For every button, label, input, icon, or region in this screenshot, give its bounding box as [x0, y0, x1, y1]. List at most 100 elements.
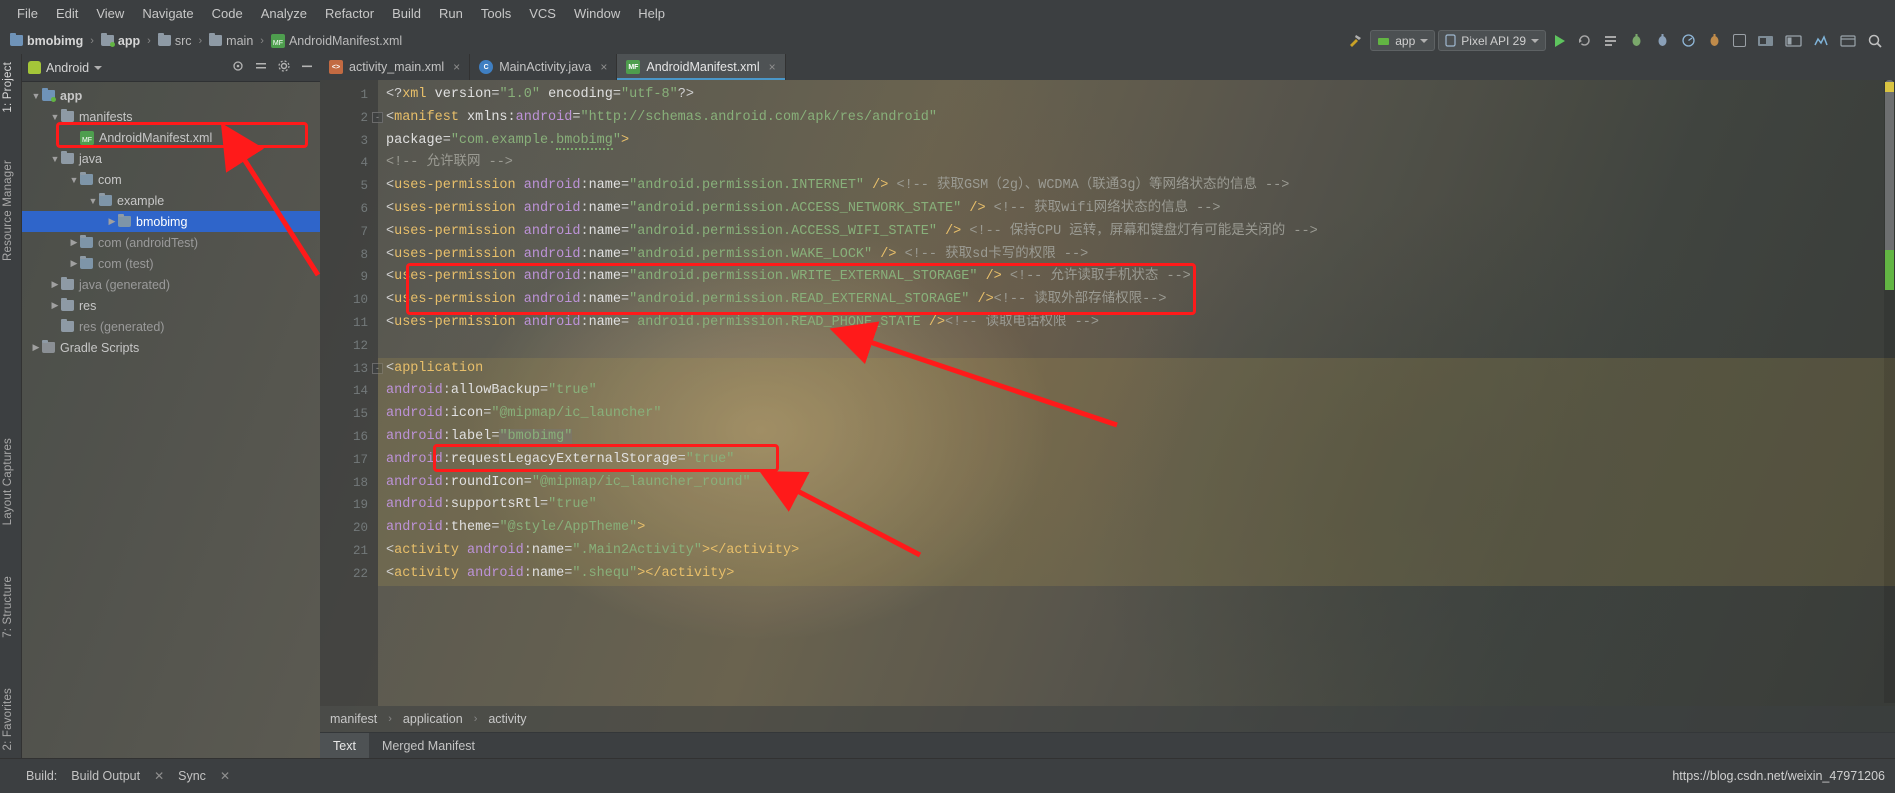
layout-inspector-icon[interactable]: [1703, 30, 1726, 51]
code-line[interactable]: <manifest xmlns:android="http://schemas.…: [378, 107, 1895, 130]
code-line[interactable]: <uses-permission android:name="android.p…: [378, 289, 1895, 312]
chevron-right-icon[interactable]: ▶: [30, 342, 42, 353]
tool-window-resource-manager[interactable]: Resource Manager: [2, 160, 14, 261]
xml-breadcrumb-application[interactable]: application: [403, 712, 463, 726]
avd-manager-icon[interactable]: [1753, 30, 1778, 51]
device-file-explorer-icon[interactable]: [1836, 30, 1860, 51]
module-selector[interactable]: app: [1370, 30, 1436, 51]
profiler-icon[interactable]: [1677, 30, 1700, 51]
code-line[interactable]: android:icon="@mipmap/ic_launcher": [378, 403, 1895, 426]
tree-item-java[interactable]: ▼ java: [22, 148, 320, 169]
attach-debugger-icon[interactable]: [1651, 30, 1674, 51]
close-icon[interactable]: ✕: [220, 769, 230, 783]
menu-item-build[interactable]: Build: [383, 3, 430, 24]
chevron-down-icon[interactable]: ▼: [30, 91, 42, 101]
breadcrumb-item-AndroidManifest-xml[interactable]: MF AndroidManifest.xml: [269, 32, 404, 50]
chevron-down-icon[interactable]: ▼: [49, 154, 61, 164]
code-line[interactable]: android:supportsRtl="true": [378, 494, 1895, 518]
warning-marker[interactable]: [1885, 82, 1894, 92]
tool-window-7-structure[interactable]: 7: Structure: [2, 576, 14, 638]
chevron-right-icon[interactable]: ▶: [106, 216, 118, 227]
menu-item-file[interactable]: File: [8, 3, 47, 24]
code-line[interactable]: android:allowBackup="true": [378, 380, 1895, 404]
menu-item-window[interactable]: Window: [565, 3, 629, 24]
breadcrumb-item-bmobimg[interactable]: bmobimg: [8, 32, 85, 50]
menu-item-navigate[interactable]: Navigate: [133, 3, 202, 24]
chevron-down-icon[interactable]: ▼: [49, 112, 61, 122]
locate-icon[interactable]: [231, 59, 245, 76]
build-output-tab[interactable]: Build Output: [71, 769, 140, 783]
breadcrumb-item-main[interactable]: main: [207, 32, 255, 50]
code-line[interactable]: [378, 335, 1895, 358]
view-tab-merged-manifest[interactable]: Merged Manifest: [369, 733, 488, 758]
menu-item-edit[interactable]: Edit: [47, 3, 87, 24]
build-hammer-icon[interactable]: [1343, 30, 1367, 51]
hide-panel-icon[interactable]: [300, 59, 314, 76]
xml-breadcrumb-activity[interactable]: activity: [488, 712, 526, 726]
code-line[interactable]: <uses-permission android:name= android.p…: [378, 312, 1895, 335]
rerun-icon[interactable]: [1573, 30, 1596, 51]
code-line[interactable]: android:theme="@style/AppTheme">: [378, 517, 1895, 540]
view-tab-text[interactable]: Text: [320, 733, 369, 758]
editor-vertical-scrollbar[interactable]: [1884, 80, 1895, 703]
code-line[interactable]: <uses-permission android:name="android.p…: [378, 175, 1895, 198]
code-line[interactable]: <!-- 允许联网 -->: [378, 152, 1895, 175]
code-line[interactable]: <uses-permission android:name="android.p…: [378, 198, 1895, 221]
tree-item-example[interactable]: ▼ example: [22, 190, 320, 211]
menu-item-vcs[interactable]: VCS: [520, 3, 565, 24]
close-icon[interactable]: ✕: [154, 769, 164, 783]
tool-window-project[interactable]: 1: Project: [2, 62, 14, 113]
code-line[interactable]: <uses-permission android:name="android.p…: [378, 221, 1895, 244]
code-line[interactable]: <activity android:name=".shequ"></activi…: [378, 562, 1895, 586]
code-line[interactable]: android:requestLegacyExternalStorage="tr…: [378, 448, 1895, 472]
tree-item-manifests[interactable]: ▼ manifests: [22, 106, 320, 127]
profile-or-debug-apk-icon[interactable]: [1809, 30, 1833, 51]
chevron-right-icon[interactable]: ▶: [68, 237, 80, 248]
collapse-all-icon[interactable]: [254, 59, 268, 76]
tree-item-com-androidtest-[interactable]: ▶ com (androidTest): [22, 232, 320, 253]
close-icon[interactable]: ×: [600, 60, 607, 74]
breadcrumb-item-src[interactable]: src: [156, 32, 194, 50]
menu-item-code[interactable]: Code: [203, 3, 252, 24]
chevron-down-icon[interactable]: ▼: [87, 196, 99, 206]
tree-item-com-test-[interactable]: ▶ com (test): [22, 253, 320, 274]
chevron-right-icon[interactable]: ▶: [49, 300, 61, 311]
menu-item-run[interactable]: Run: [430, 3, 472, 24]
tree-item-res[interactable]: ▶ res: [22, 295, 320, 316]
run-button[interactable]: [1549, 30, 1570, 51]
chevron-right-icon[interactable]: ▶: [49, 279, 61, 290]
code-line[interactable]: <?xml version="1.0" encoding="utf-8"?>: [378, 84, 1895, 107]
code-line[interactable]: android:label="bmobimg": [378, 425, 1895, 449]
menu-item-tools[interactable]: Tools: [472, 3, 520, 24]
tree-item-res-generated-[interactable]: res (generated): [22, 316, 320, 337]
tree-item-bmobimg[interactable]: ▶ bmobimg: [22, 211, 320, 232]
code-line[interactable]: android:roundIcon="@mipmap/ic_launcher_r…: [378, 471, 1895, 495]
chevron-right-icon[interactable]: ▶: [68, 258, 80, 269]
code-line[interactable]: <uses-permission android:name="android.p…: [378, 266, 1895, 289]
code-line[interactable]: package="com.example.bmobimg">: [378, 130, 1895, 153]
apply-changes-icon[interactable]: [1599, 30, 1622, 51]
tree-item-com[interactable]: ▼ com: [22, 169, 320, 190]
debug-icon[interactable]: [1625, 30, 1648, 51]
close-icon[interactable]: ×: [453, 60, 460, 74]
menu-item-help[interactable]: Help: [629, 3, 674, 24]
tool-window-2-favorites[interactable]: 2: Favorites: [2, 688, 14, 750]
tree-item-gradle-scripts[interactable]: ▶ Gradle Scripts: [22, 337, 320, 358]
search-icon[interactable]: [1863, 30, 1887, 51]
code-line[interactable]: <application: [378, 357, 1895, 381]
breadcrumb-item-app[interactable]: app: [99, 32, 142, 50]
gear-icon[interactable]: [277, 59, 291, 76]
tool-window-layout-captures[interactable]: Layout Captures: [2, 438, 14, 525]
editor-tab-activity-main-xml[interactable]: <> activity_main.xml ×: [320, 54, 471, 80]
close-icon[interactable]: ×: [769, 60, 776, 74]
tree-item-androidmanifest.xml[interactable]: MF AndroidManifest.xml: [22, 127, 320, 148]
code-line[interactable]: <uses-permission android:name="android.p…: [378, 244, 1895, 267]
menu-item-view[interactable]: View: [87, 3, 133, 24]
project-view-selector[interactable]: Android: [28, 61, 103, 75]
tree-item-java-generated-[interactable]: ▶ java (generated): [22, 274, 320, 295]
code-line[interactable]: <activity android:name=".Main2Activity">…: [378, 539, 1895, 563]
editor-tab-androidmanifest-xml[interactable]: MF AndroidManifest.xml ×: [617, 54, 786, 80]
code-content[interactable]: <?xml version="1.0" encoding="utf-8"?> <m…: [378, 84, 1895, 706]
sync-tab[interactable]: Sync: [178, 769, 206, 783]
scrollbar-thumb[interactable]: [1885, 80, 1894, 270]
